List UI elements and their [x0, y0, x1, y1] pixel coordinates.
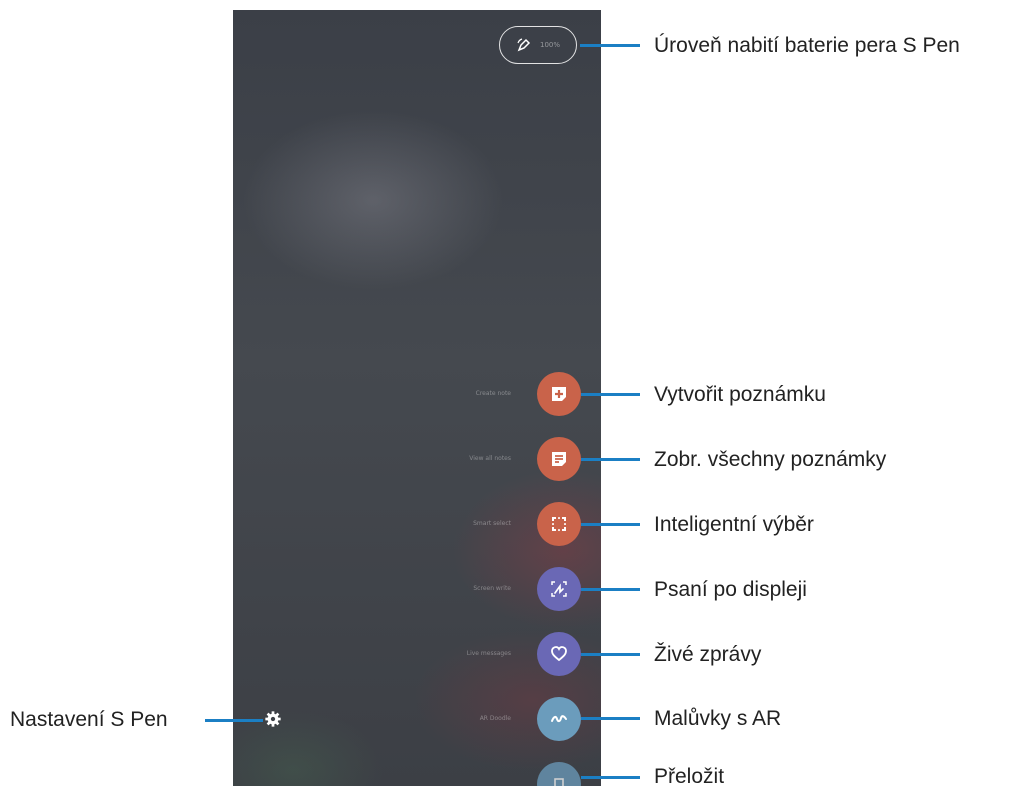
view-all-notes-button[interactable]	[537, 437, 581, 481]
ar-doodle-button[interactable]	[537, 697, 581, 741]
translate-button[interactable]	[537, 762, 581, 786]
notes-list-icon	[552, 452, 566, 466]
screen-write-button[interactable]	[537, 567, 581, 611]
callout-create-note: Vytvořit poznámku	[654, 383, 826, 406]
menu-item-smart-select[interactable]: Smart select	[233, 502, 601, 546]
callout-line-ar-doodle	[581, 717, 640, 720]
menu-item-create-note[interactable]: Create note	[233, 372, 601, 416]
callout-line-create-note	[581, 393, 640, 396]
callout-settings: Nastavení S Pen	[10, 708, 168, 731]
smart-select-button[interactable]	[537, 502, 581, 546]
callout-translate: Přeložit	[654, 765, 725, 788]
callout-ar-doodle: Malůvky s AR	[654, 707, 782, 730]
screen-write-icon	[551, 581, 567, 597]
menu-label: Smart select	[473, 520, 511, 527]
heart-icon	[551, 646, 567, 662]
menu-label: Create note	[475, 390, 511, 397]
pen-battery-indicator: 100%	[499, 26, 577, 64]
menu-item-translate[interactable]	[233, 762, 601, 786]
callout-smart-select: Inteligentní výběr	[654, 513, 814, 536]
callout-line-settings	[205, 719, 263, 722]
note-plus-icon	[552, 387, 566, 401]
callout-line-live-messages	[581, 653, 640, 656]
menu-label: View all notes	[469, 455, 511, 462]
menu-label: AR Doodle	[479, 715, 511, 722]
menu-item-screen-write[interactable]: Screen write	[233, 567, 601, 611]
callout-screen-write: Psaní po displeji	[654, 578, 807, 601]
callout-line-battery	[580, 44, 640, 47]
selection-frame-icon	[552, 517, 566, 532]
callout-line-translate	[581, 776, 640, 779]
menu-label: Screen write	[473, 585, 511, 592]
callout-battery: Úroveň nabití baterie pera S Pen	[654, 34, 960, 57]
menu-item-view-all-notes[interactable]: View all notes	[233, 437, 601, 481]
callout-line-view-all-notes	[581, 458, 640, 461]
callout-line-screen-write	[581, 588, 640, 591]
battery-percent: 100%	[539, 41, 560, 49]
translate-icon	[554, 778, 564, 786]
menu-item-live-messages[interactable]: Live messages	[233, 632, 601, 676]
create-note-button[interactable]	[537, 372, 581, 416]
menu-label: Live messages	[466, 650, 511, 657]
doodle-icon	[551, 715, 567, 723]
phone-screen: 100% Create note View all notes Smart se…	[233, 10, 601, 786]
callout-line-smart-select	[581, 523, 640, 526]
callout-view-all-notes: Zobr. všechny poznámky	[654, 448, 887, 471]
gear-icon[interactable]	[264, 710, 282, 728]
menu-item-ar-doodle[interactable]: AR Doodle	[233, 697, 601, 741]
callout-live-messages: Živé zprávy	[654, 643, 762, 666]
pen-icon	[517, 38, 531, 52]
live-messages-button[interactable]	[537, 632, 581, 676]
